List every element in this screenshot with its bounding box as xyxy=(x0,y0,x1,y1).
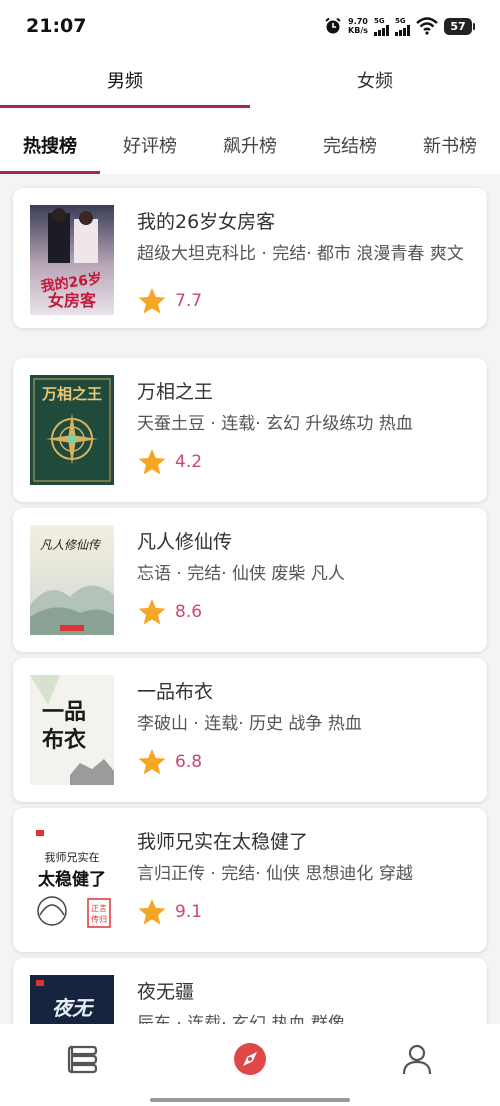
net-speed: 9.70 KB/s xyxy=(348,17,368,35)
signal-icon-2: 5G xyxy=(395,17,410,36)
svg-text:夜无: 夜无 xyxy=(52,996,95,1020)
book-score: 6.8 xyxy=(175,752,203,772)
signal-1-label: 5G xyxy=(374,16,385,25)
book-meta: 天蚕土豆 · 连载· 玄幻 升级练功 热血 xyxy=(137,414,413,434)
nav-discover[interactable] xyxy=(166,1024,334,1094)
book-title[interactable]: 凡人修仙传 xyxy=(137,527,232,554)
star-icon xyxy=(138,599,166,625)
svg-text:一品: 一品 xyxy=(42,699,86,725)
book-card[interactable]: 我的26岁 女房客 我的26岁女房客 超级大坦克科比 · 完结· 都市 浪漫青春… xyxy=(13,188,487,328)
book-title[interactable]: 万相之王 xyxy=(137,377,213,404)
signal-2-label: 5G xyxy=(395,16,406,25)
nav-bookshelf[interactable] xyxy=(0,1024,166,1094)
book-meta: 言归正传 · 完结· 仙侠 思想迪化 穿越 xyxy=(137,864,413,884)
book-title[interactable]: 我师兄实在太稳健了 xyxy=(137,827,308,854)
star-icon xyxy=(138,749,166,775)
tab-male[interactable]: 男频 xyxy=(0,52,250,108)
book-card[interactable]: 我师兄实在 太稳健了 正言 传归 我师兄实在太稳健了 言归正传 · 完结· 仙侠… xyxy=(13,808,487,952)
book-rating: 4.2 xyxy=(137,447,202,477)
tab-completed[interactable]: 完结榜 xyxy=(300,116,400,174)
status-icons: 9.70 KB/s 5G 5G 57 xyxy=(324,17,475,36)
svg-text:我师兄实在: 我师兄实在 xyxy=(45,850,100,864)
book-meta: 李破山 · 连载· 历史 战争 热血 xyxy=(137,714,362,734)
book-cover[interactable]: 凡人修仙传 xyxy=(30,525,114,635)
nav-profile[interactable] xyxy=(334,1024,500,1094)
svg-text:传归: 传归 xyxy=(91,914,107,924)
book-score: 7.7 xyxy=(175,291,203,311)
book-score: 4.2 xyxy=(175,452,203,472)
battery-icon: 57 xyxy=(444,17,475,35)
tab-top-rated[interactable]: 好评榜 xyxy=(100,116,200,174)
svg-text:正言: 正言 xyxy=(91,903,107,913)
compass-icon xyxy=(234,1043,266,1075)
book-meta: 辰东 · 连载· 玄幻 热血 群像 xyxy=(137,1014,345,1024)
svg-text:凡人修仙传: 凡人修仙传 xyxy=(40,538,102,552)
book-cover[interactable]: 夜无 xyxy=(30,975,114,1024)
book-cover[interactable]: 万相之王 xyxy=(30,375,114,485)
book-title[interactable]: 夜无疆 xyxy=(137,977,194,1004)
book-score: 9.1 xyxy=(175,902,203,922)
svg-text:太稳健了: 太稳健了 xyxy=(38,869,106,890)
svg-text:女房客: 女房客 xyxy=(48,291,97,310)
star-icon xyxy=(138,288,166,314)
user-icon xyxy=(402,1044,432,1075)
net-speed-unit: KB/s xyxy=(348,26,368,35)
book-rating: 7.7 xyxy=(137,286,202,316)
book-meta: 忘语 · 完结· 仙侠 废柴 凡人 xyxy=(137,564,345,584)
book-cover[interactable]: 一品 布衣 xyxy=(30,675,114,785)
book-card[interactable]: 一品 布衣 一品布衣 李破山 · 连载· 历史 战争 热血 6.8 xyxy=(13,658,487,802)
tab-hot-search[interactable]: 热搜榜 xyxy=(0,116,100,174)
book-cover[interactable]: 我的26岁 女房客 xyxy=(30,205,114,315)
book-card[interactable]: 万相之王 万相之王 天蚕土豆 · 连载· 玄幻 升级练功 热血 4.2 xyxy=(13,358,487,502)
tab-new-books[interactable]: 新书榜 xyxy=(400,116,500,174)
home-indicator[interactable] xyxy=(150,1098,350,1102)
book-card[interactable]: 夜无 夜无疆 辰东 · 连载· 玄幻 热血 群像 xyxy=(13,958,487,1024)
svg-text:布衣: 布衣 xyxy=(42,727,86,753)
book-rating: 6.8 xyxy=(137,747,202,777)
bookshelf-icon xyxy=(67,1045,98,1074)
status-time: 21:07 xyxy=(26,15,87,37)
tab-female[interactable]: 女频 xyxy=(250,52,500,108)
star-icon xyxy=(138,449,166,475)
signal-icon: 5G xyxy=(374,17,389,36)
svg-text:万相之王: 万相之王 xyxy=(41,385,102,403)
bottom-nav xyxy=(0,1024,500,1106)
wifi-icon xyxy=(416,17,438,35)
book-title[interactable]: 一品布衣 xyxy=(137,677,213,704)
book-rating: 9.1 xyxy=(137,897,202,927)
star-icon xyxy=(138,899,166,925)
book-rating: 8.6 xyxy=(137,597,202,627)
tab-rising[interactable]: 飙升榜 xyxy=(200,116,300,174)
gender-tabs: 男频 女频 xyxy=(0,52,500,108)
book-title[interactable]: 我的26岁女房客 xyxy=(137,207,275,234)
book-cover[interactable]: 我师兄实在 太稳健了 正言 传归 xyxy=(30,825,114,935)
book-meta: 超级大坦克科比 · 完结· 都市 浪漫青春 爽文 xyxy=(137,244,464,264)
book-list[interactable]: 我的26岁 女房客 我的26岁女房客 超级大坦克科比 · 完结· 都市 浪漫青春… xyxy=(0,174,500,1024)
book-score: 8.6 xyxy=(175,602,203,622)
rank-tabs: 热搜榜 好评榜 飙升榜 完结榜 新书榜 xyxy=(0,116,500,174)
status-bar: 21:07 9.70 KB/s 5G 5G 57 xyxy=(0,0,500,52)
net-speed-value: 9.70 xyxy=(348,17,368,26)
book-card[interactable]: 凡人修仙传 凡人修仙传 忘语 · 完结· 仙侠 废柴 凡人 8.6 xyxy=(13,508,487,652)
alarm-icon xyxy=(324,17,342,35)
